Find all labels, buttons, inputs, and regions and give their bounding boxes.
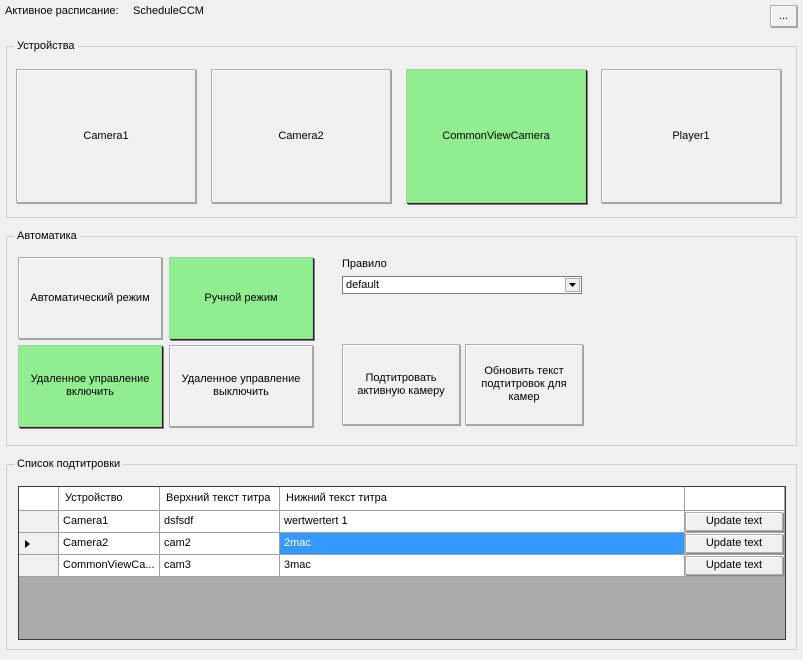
table-corner-header [19, 487, 59, 511]
update-subtitles-text-button[interactable]: Обновить текст подтитровок для камер [465, 344, 583, 425]
row-header[interactable] [19, 555, 59, 577]
column-header-bottom-text[interactable]: Нижний текст титра [280, 487, 685, 511]
update-text-button[interactable]: Update text [685, 556, 783, 575]
table-cell-bottom-text-selected[interactable]: 2mac [280, 533, 685, 555]
table-cell-device[interactable]: Camera1 [59, 511, 160, 533]
remote-control-off-button[interactable]: Удаленное управление выключить [169, 345, 313, 427]
table-cell-device[interactable]: Camera2 [59, 533, 160, 555]
column-header-device[interactable]: Устройство [59, 487, 160, 511]
table-cell-action: Update text [685, 555, 785, 577]
active-schedule-value: ScheduleCCM [133, 5, 204, 17]
subtitle-active-camera-button[interactable]: Подтитровать активную камеру [342, 344, 460, 425]
row-header[interactable] [19, 511, 59, 533]
table-cell-bottom-text[interactable]: 3mac [280, 555, 685, 577]
device-button-commonviewcamera[interactable]: CommonViewCamera [406, 69, 586, 203]
automation-group-title: Автоматика [14, 229, 80, 243]
remote-control-on-button[interactable]: Удаленное управление включить [18, 345, 162, 427]
subtitles-group-title: Список подтитровки [14, 457, 124, 471]
subtitles-table[interactable]: Устройство Верхний текст титра Нижний те… [18, 486, 786, 640]
rule-label: Правило [342, 258, 387, 270]
rule-select[interactable]: default [342, 276, 582, 294]
column-header-top-text[interactable]: Верхний текст титра [160, 487, 280, 511]
table-cell-top-text[interactable]: cam3 [160, 555, 280, 577]
column-header-action [685, 487, 785, 511]
table-cell-top-text[interactable]: dsfsdf [160, 511, 280, 533]
table-cell-device[interactable]: CommonViewCa... [59, 555, 160, 577]
devices-group-title: Устройства [14, 39, 78, 53]
auto-mode-button[interactable]: Автоматический режим [18, 257, 162, 339]
update-text-button[interactable]: Update text [685, 512, 783, 531]
more-options-button[interactable]: ... [770, 5, 797, 27]
manual-mode-button[interactable]: Ручной режим [169, 257, 313, 339]
active-schedule-label: Активное расписание: [5, 5, 119, 17]
current-row-arrow-icon [25, 540, 30, 548]
table-cell-top-text[interactable]: cam2 [160, 533, 280, 555]
chevron-down-icon[interactable] [565, 278, 580, 292]
table-cell-action: Update text [685, 533, 785, 555]
device-button-player1[interactable]: Player1 [601, 69, 781, 203]
device-button-camera2[interactable]: Camera2 [211, 69, 391, 203]
update-text-button[interactable]: Update text [685, 534, 783, 553]
table-cell-action: Update text [685, 511, 785, 533]
row-header[interactable] [19, 533, 59, 555]
device-button-camera1[interactable]: Camera1 [16, 69, 196, 203]
rule-select-value: default [346, 279, 380, 291]
table-cell-bottom-text[interactable]: wertwertert 1 [280, 511, 685, 533]
